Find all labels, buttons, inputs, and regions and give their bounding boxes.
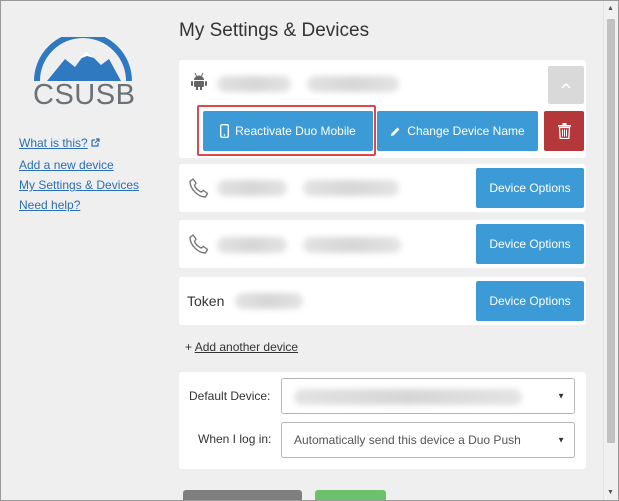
change-name-label: Change Device Name xyxy=(407,124,525,138)
my-settings-devices-link[interactable]: My Settings & Devices xyxy=(19,175,139,195)
change-device-name-button[interactable]: Change Device Name xyxy=(377,111,538,151)
android-icon xyxy=(191,72,207,90)
phone-icon xyxy=(189,234,209,254)
trash-icon xyxy=(557,123,571,139)
sidebar-links: What is this? Add a new device My Settin… xyxy=(19,133,139,215)
page-title: My Settings & Devices xyxy=(179,20,370,41)
add-new-device-link[interactable]: Add a new device xyxy=(19,155,139,175)
settings-panel: Default Device: ▼ When I log in: Automat… xyxy=(179,372,586,469)
duo-settings-window: CSUSB What is this? Add a new device My … xyxy=(0,0,619,501)
pencil-icon xyxy=(390,126,401,137)
need-help-link[interactable]: Need help? xyxy=(19,195,139,215)
dropdown-caret-icon: ▼ xyxy=(557,391,565,401)
device-card-phone-1: Device Options xyxy=(179,164,586,212)
logo-text: CSUSB xyxy=(33,79,136,111)
token-serial-redacted xyxy=(235,293,303,309)
add-another-device: + Add another device xyxy=(185,340,298,354)
token-label: Token xyxy=(187,293,225,309)
chevron-up-icon xyxy=(561,76,571,94)
delete-device-button[interactable] xyxy=(544,111,584,151)
device-options-button[interactable]: Device Options xyxy=(476,168,584,208)
dropdown-caret-icon: ▼ xyxy=(557,435,565,445)
login-action-select[interactable]: Automatically send this device a Duo Pus… xyxy=(281,422,575,458)
device-name-redacted xyxy=(217,237,287,253)
back-button[interactable] xyxy=(183,490,302,500)
scroll-thumb[interactable] xyxy=(607,19,615,443)
device-card-token: Token Device Options xyxy=(179,277,586,325)
phone-icon xyxy=(189,178,209,198)
sidebar: CSUSB What is this? Add a new device My … xyxy=(1,1,166,500)
add-another-device-link[interactable]: Add another device xyxy=(195,340,298,354)
device-name-redacted xyxy=(217,180,287,196)
main-content: My Settings & Devices Reactivate Duo Mob… xyxy=(166,1,604,500)
scroll-up-icon[interactable]: ▲ xyxy=(607,5,614,12)
mountain-logo-icon xyxy=(34,32,132,82)
what-is-this-link[interactable]: What is this? xyxy=(19,133,139,155)
what-is-this-label: What is this? xyxy=(19,136,88,150)
login-action-value: Automatically send this device a Duo Pus… xyxy=(294,433,521,447)
default-device-label: Default Device: xyxy=(189,389,271,403)
device-number-redacted xyxy=(303,180,399,196)
csusb-logo: CSUSB xyxy=(31,32,136,117)
device-card-phone-2: Device Options xyxy=(179,220,586,268)
external-link-icon xyxy=(91,135,100,155)
device-number-redacted xyxy=(307,76,399,92)
device-name-redacted xyxy=(217,76,291,92)
device-number-redacted xyxy=(303,237,401,253)
add-prefix: + xyxy=(185,340,195,354)
device-options-button[interactable]: Device Options xyxy=(476,281,584,321)
login-label: When I log in: xyxy=(198,432,272,446)
highlight-box xyxy=(197,105,376,156)
device-card-android: Reactivate Duo Mobile Change Device Name xyxy=(179,60,586,158)
device-options-button[interactable]: Device Options xyxy=(476,224,584,264)
default-device-select[interactable]: ▼ xyxy=(281,378,575,414)
vertical-scrollbar[interactable]: ▲ ▼ xyxy=(603,1,618,500)
default-device-value-redacted xyxy=(294,389,522,405)
scroll-down-icon[interactable]: ▼ xyxy=(607,489,614,496)
collapse-button[interactable] xyxy=(548,66,584,104)
save-button[interactable] xyxy=(315,490,386,500)
